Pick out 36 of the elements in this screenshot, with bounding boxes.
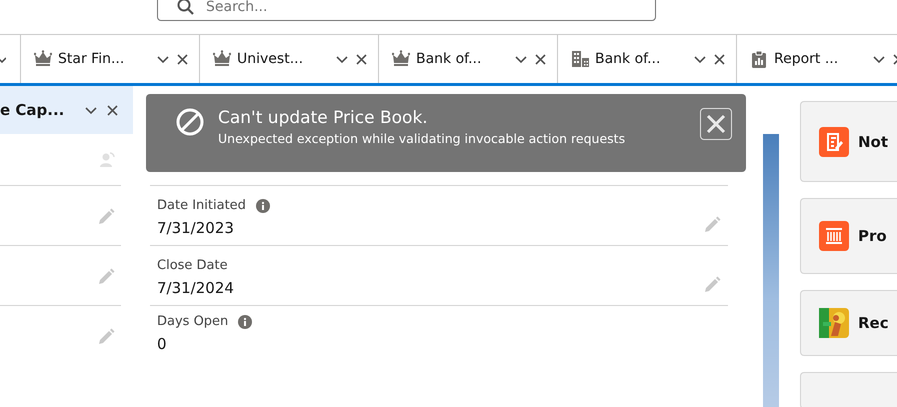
info-icon[interactable] bbox=[256, 198, 270, 212]
close-icon[interactable] bbox=[176, 52, 189, 66]
field-value: 7/31/2023 bbox=[157, 219, 235, 237]
tab[interactable]: Report ... bbox=[737, 35, 897, 83]
search-field[interactable]: Search... bbox=[157, 0, 656, 21]
toast-message: Unexpected exception while validating invocable action requests bbox=[218, 131, 626, 146]
person-icon bbox=[99, 152, 115, 168]
prohibited-icon bbox=[176, 108, 204, 136]
building-icon bbox=[571, 50, 589, 68]
toast-title: Can't update Price Book. bbox=[218, 108, 429, 128]
field-label: Date Initiated bbox=[157, 198, 246, 213]
field-value: 0 bbox=[157, 335, 168, 353]
close-button[interactable] bbox=[700, 108, 732, 140]
close-icon[interactable] bbox=[713, 52, 726, 66]
field-label: Close Date bbox=[157, 258, 228, 273]
crown-icon bbox=[392, 50, 410, 68]
card-title: Pro bbox=[858, 226, 887, 245]
tab[interactable]: Bank of... bbox=[379, 35, 558, 83]
tab[interactable]: Bank of... bbox=[558, 35, 737, 83]
close-icon[interactable] bbox=[534, 52, 547, 66]
tab[interactable]: e Cap... bbox=[0, 86, 133, 134]
tab[interactable]: Univest... bbox=[200, 35, 379, 83]
tab[interactable]: Star Fin... bbox=[21, 35, 200, 83]
clipboard-icon bbox=[750, 50, 768, 68]
card-title: Rec bbox=[858, 314, 889, 332]
field-value: 7/31/2024 bbox=[157, 279, 235, 297]
barcode-icon bbox=[819, 220, 849, 251]
crown-icon bbox=[213, 50, 231, 68]
close-icon[interactable] bbox=[355, 52, 368, 66]
crown-icon bbox=[34, 50, 52, 68]
field-label: Days Open bbox=[157, 314, 228, 329]
close-icon[interactable] bbox=[106, 104, 119, 116]
info-icon[interactable] bbox=[238, 314, 252, 328]
search-icon bbox=[177, 0, 195, 16]
notepad-icon bbox=[819, 126, 849, 157]
card-title: Not bbox=[858, 132, 888, 151]
